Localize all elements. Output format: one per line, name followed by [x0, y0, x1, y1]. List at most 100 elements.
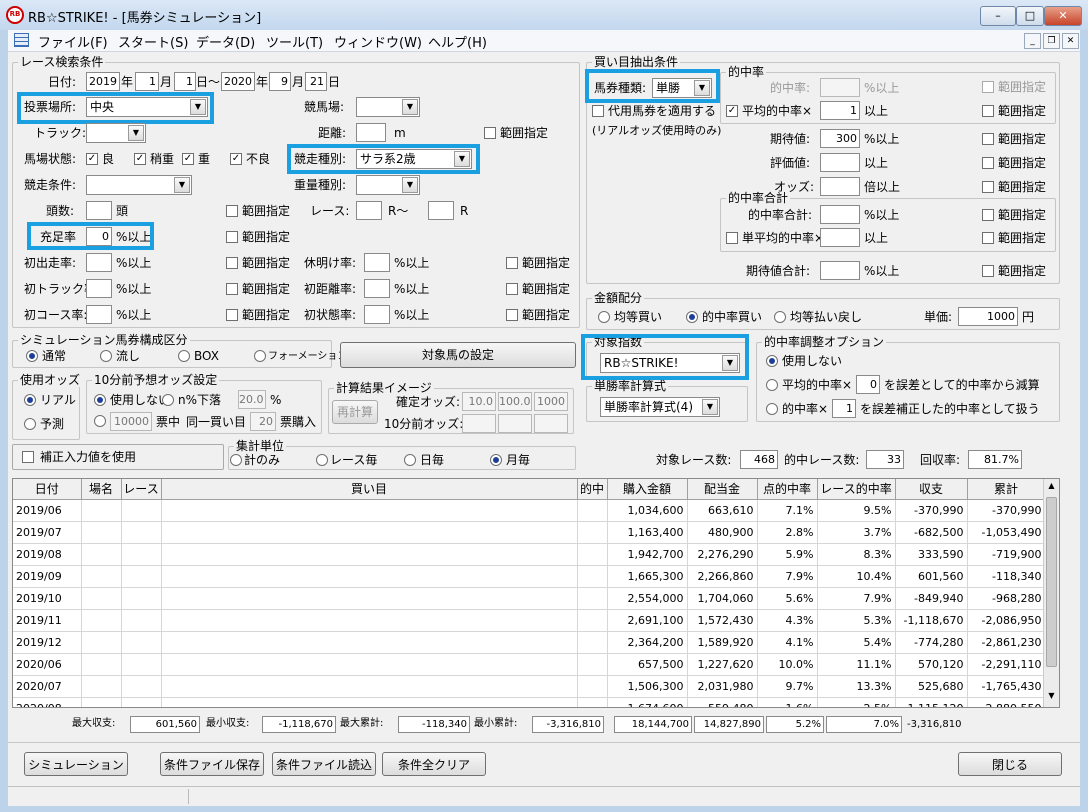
race-to-input[interactable] [428, 201, 454, 220]
odds10-none-radio[interactable] [94, 394, 106, 406]
unit-price-input[interactable]: 1000 [958, 307, 1018, 326]
col-point-hit[interactable]: 点的中率 [757, 479, 818, 500]
first-course-input[interactable] [86, 305, 112, 324]
odds10-ndrop-radio[interactable] [162, 394, 174, 406]
table-row[interactable]: 2020/07 1,506,300 2,031,980 9.7% 13.3% 525,68… [13, 675, 1046, 698]
hit-rate-input[interactable] [820, 78, 860, 97]
table-row[interactable]: 2020/08 1,674,600 559,480 1.6% 2.5% -1,115,12… [13, 697, 1046, 707]
menu-tools[interactable]: ツール(T) [266, 32, 323, 51]
hit-total-input[interactable] [820, 205, 860, 224]
correction-checkbox[interactable] [22, 451, 34, 463]
recalc-button[interactable]: 再計算 [332, 400, 378, 424]
col-hit[interactable]: 的中 [577, 479, 608, 500]
minimize-button[interactable]: – [980, 6, 1016, 26]
single-avg-range-checkbox[interactable] [982, 232, 994, 244]
simulate-button[interactable]: シミュレーション [24, 752, 128, 776]
clear-conditions-button[interactable]: 条件全クリア [382, 752, 486, 776]
menu-file[interactable]: ファイル(F) [38, 32, 108, 51]
expect-input[interactable]: 300 [820, 129, 860, 148]
results-table[interactable]: 日付 場名 レース 買い目 的中 購入金額 配当金 点的中率 レース的中率 収支… [12, 478, 1060, 708]
table-row[interactable]: 2019/09 1,665,300 2,266,860 7.9% 10.4% 601,56… [13, 565, 1046, 588]
first-distance-range-checkbox[interactable] [506, 283, 518, 295]
sim-formation-radio[interactable] [254, 350, 266, 362]
weight-select[interactable]: ▼ [356, 175, 420, 195]
agg-daily-radio[interactable] [404, 454, 416, 466]
table-row[interactable]: 2019/12 2,364,200 1,589,920 4.1% 5.4% -774,28… [13, 631, 1046, 654]
odds10-votes-input[interactable]: 10000 [110, 412, 152, 431]
win-calc-select[interactable]: 単勝率計算式(4) ▼ [600, 397, 720, 417]
odds10-votes-radio[interactable] [94, 415, 106, 427]
menu-help[interactable]: ヘルプ(H) [428, 32, 487, 51]
table-row[interactable]: 2019/11 2,691,100 1,572,430 4.3% 5.3% -1,118,… [13, 609, 1046, 632]
race-cond-select[interactable]: ▼ [86, 175, 192, 195]
odds-forecast-radio[interactable] [24, 418, 36, 430]
from-day-input[interactable]: 1 [174, 72, 196, 91]
to-month-input[interactable]: 9 [269, 72, 291, 91]
agg-race-radio[interactable] [316, 454, 328, 466]
avg-hit-checkbox[interactable]: ✓ [726, 105, 738, 117]
fill-range-checkbox[interactable] [226, 231, 238, 243]
col-purchase[interactable]: 購入金額 [607, 479, 688, 500]
equal-return-radio[interactable] [774, 311, 786, 323]
sim-nagashi-radio[interactable] [100, 350, 112, 362]
hit-total-range-checkbox[interactable] [982, 209, 994, 221]
save-conditions-button[interactable]: 条件ファイル保存 [160, 752, 264, 776]
table-row[interactable]: 2020/06 657,500 1,227,620 10.0% 11.1% 570,120… [13, 653, 1046, 676]
table-scrollbar[interactable]: ▲ ▼ [1043, 479, 1059, 707]
col-race[interactable]: レース [121, 479, 162, 500]
race-type-select[interactable]: サラ系2歳 ▼ [356, 149, 472, 169]
odds-input[interactable] [820, 177, 860, 196]
race-from-input[interactable] [356, 201, 382, 220]
bet-type-select[interactable]: 単勝 ▼ [652, 78, 712, 98]
agg-monthly-radio[interactable] [490, 454, 502, 466]
fill-rate-input[interactable]: 0 [86, 227, 112, 246]
expect-total-range-checkbox[interactable] [982, 265, 994, 277]
from-year-input[interactable]: 2019 [86, 72, 120, 91]
first-run-input[interactable] [86, 253, 112, 272]
avg-hit-input[interactable]: 1 [820, 101, 860, 120]
from-month-input[interactable]: 1 [135, 72, 159, 91]
to-day-input[interactable]: 21 [305, 72, 327, 91]
menu-data[interactable]: データ(D) [196, 32, 255, 51]
single-avg-input[interactable] [820, 228, 860, 247]
hit-rate-range-checkbox[interactable] [982, 81, 994, 93]
first-run-range-checkbox[interactable] [226, 257, 238, 269]
menu-start[interactable]: スタート(S) [118, 32, 188, 51]
adjust-avg-radio[interactable] [766, 379, 778, 391]
mdi-restore-button[interactable]: ❐ [1043, 33, 1060, 49]
equal-buy-radio[interactable] [598, 311, 610, 323]
odds-real-radio[interactable] [24, 394, 36, 406]
first-state-input[interactable] [364, 305, 390, 324]
target-horse-settings-button[interactable]: 対象馬の設定 [340, 342, 576, 368]
first-track-input[interactable] [86, 279, 112, 298]
col-date[interactable]: 日付 [13, 479, 82, 500]
sim-box-radio[interactable] [178, 350, 190, 362]
distance-range-checkbox[interactable] [484, 127, 496, 139]
col-venue[interactable]: 場名 [81, 479, 122, 500]
close-button[interactable]: 閉じる [958, 752, 1062, 776]
first-course-range-checkbox[interactable] [226, 309, 238, 321]
expect-range-checkbox[interactable] [982, 133, 994, 145]
mdi-close-button[interactable]: ✕ [1062, 33, 1079, 49]
scroll-up-icon[interactable]: ▲ [1045, 481, 1058, 494]
avg-hit-range-checkbox[interactable] [982, 105, 994, 117]
maximize-button[interactable]: □ [1016, 6, 1044, 26]
agg-total-radio[interactable] [230, 454, 242, 466]
rest-input[interactable] [364, 253, 390, 272]
cond-bad-checkbox[interactable]: ✓ [230, 153, 242, 165]
menu-window[interactable]: ウィンドウ(W) [334, 32, 422, 51]
odds10-same-input[interactable]: 20 [250, 412, 276, 431]
col-payout[interactable]: 配当金 [687, 479, 758, 500]
rest-range-checkbox[interactable] [506, 257, 518, 269]
cond-good-checkbox[interactable]: ✓ [86, 153, 98, 165]
first-distance-input[interactable] [364, 279, 390, 298]
heads-range-checkbox[interactable] [226, 205, 238, 217]
col-balance[interactable]: 収支 [895, 479, 968, 500]
sim-normal-radio[interactable] [26, 350, 38, 362]
close-window-button[interactable]: ✕ [1044, 6, 1082, 26]
col-buy[interactable]: 買い目 [161, 479, 578, 500]
hit-rate-buy-radio[interactable] [686, 311, 698, 323]
track-select[interactable]: ▼ [86, 123, 146, 143]
first-track-range-checkbox[interactable] [226, 283, 238, 295]
table-row[interactable]: 2019/06 1,034,600 663,610 7.1% 9.5% -370,990-… [13, 499, 1046, 522]
